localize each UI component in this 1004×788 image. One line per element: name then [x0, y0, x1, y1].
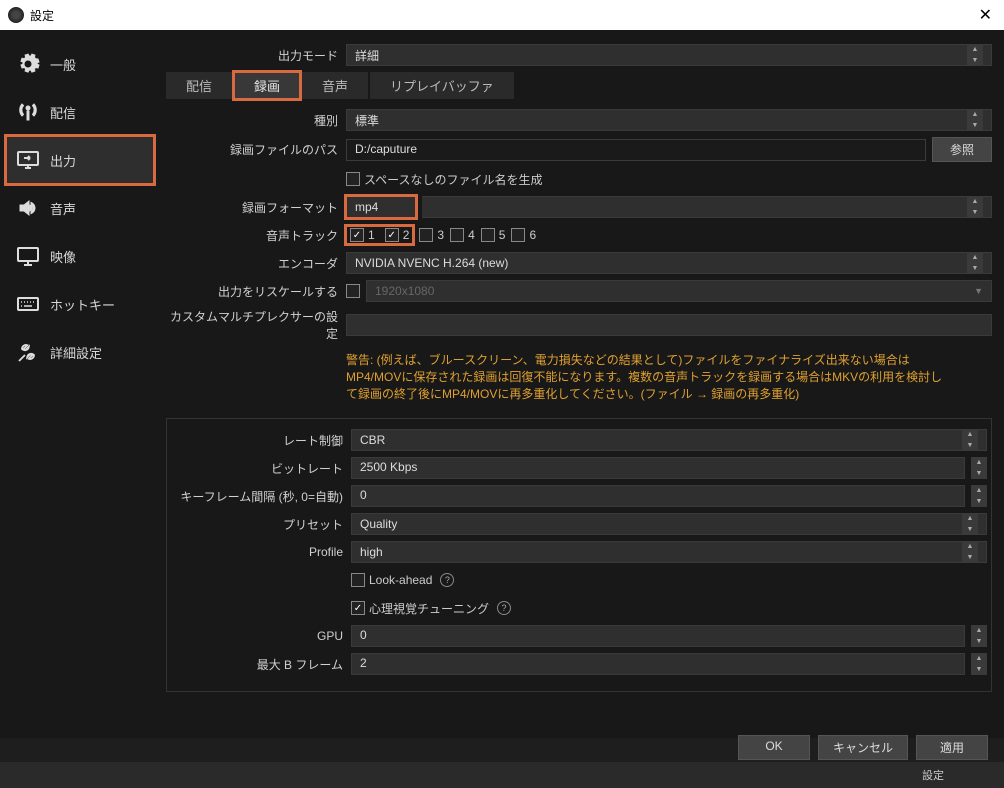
path-label: 録画ファイルのパス — [166, 141, 346, 158]
rate-select[interactable]: CBR▲▼ — [351, 429, 987, 451]
type-select[interactable]: 標準▲▼ — [346, 109, 992, 131]
warning-text: 警告: (例えば、ブルースクリーン、電力損失などの結果として)ファイルをファイナ… — [166, 348, 946, 408]
obs-logo-icon — [8, 7, 24, 23]
titlebar: 設定 ✕ — [0, 0, 1004, 30]
bitrate-input[interactable]: 2500 Kbps — [351, 457, 965, 479]
sidebar-item-label: 映像 — [50, 247, 76, 266]
output-tabs: 配信 録画 音声 リプレイバッファ — [166, 72, 992, 99]
help-icon[interactable]: ? — [440, 573, 454, 587]
cancel-button[interactable]: キャンセル — [818, 735, 908, 760]
encoder-label: エンコーダ — [166, 255, 346, 272]
sidebar-item-advanced[interactable]: 詳細設定 — [6, 328, 154, 376]
type-label: 種別 — [166, 112, 346, 129]
format-select[interactable]: mp4 — [346, 196, 416, 218]
gear-icon — [16, 52, 40, 76]
sidebar-item-label: 詳細設定 — [50, 343, 102, 362]
sidebar-item-output[interactable]: 出力 — [6, 136, 154, 184]
path-input[interactable]: D:/caputure — [346, 139, 926, 161]
sidebar-item-label: 一般 — [50, 55, 76, 74]
preset-label: プリセット — [171, 516, 351, 533]
nospace-checkbox[interactable]: スペースなしのファイル名を生成 — [346, 171, 543, 188]
track-4-checkbox[interactable]: 4 — [450, 228, 475, 242]
sidebar-item-label: 音声 — [50, 199, 76, 218]
help-icon[interactable]: ? — [497, 601, 511, 615]
format-label: 録画フォーマット — [166, 199, 346, 216]
sidebar-item-general[interactable]: 一般 — [6, 40, 154, 88]
rescale-select[interactable]: 1920x1080▼ — [366, 280, 992, 302]
output-mode-label: 出力モード — [166, 47, 346, 64]
tab-stream[interactable]: 配信 — [166, 72, 232, 99]
sidebar-item-audio[interactable]: 音声 — [6, 184, 154, 232]
background-strip: 設定 — [0, 762, 1004, 788]
tab-record[interactable]: 録画 — [234, 72, 300, 99]
preset-select[interactable]: Quality▲▼ — [351, 513, 987, 535]
mux-label: カスタムマルチプレクサーの設定 — [166, 308, 346, 342]
profile-select[interactable]: high▲▼ — [351, 541, 987, 563]
gpu-label: GPU — [171, 629, 351, 643]
encoder-panel: レート制御 CBR▲▼ ビットレート 2500 Kbps▲▼ キーフレーム間隔 … — [166, 418, 992, 692]
encoder-select[interactable]: NVIDIA NVENC H.264 (new)▲▼ — [346, 252, 992, 274]
bitrate-label: ビットレート — [171, 460, 351, 477]
sidebar: 一般 配信 出力 音声 映像 — [6, 36, 154, 732]
sidebar-item-hotkeys[interactable]: ホットキー — [6, 280, 154, 328]
content-panel: 出力モード 詳細 ▲▼ 配信 録画 音声 リプレイバッファ 種別 標準▲▼ 録画… — [160, 36, 998, 732]
rescale-checkbox[interactable] — [346, 284, 360, 298]
browse-button[interactable]: 参照 — [932, 137, 992, 162]
gpu-input[interactable]: 0 — [351, 625, 965, 647]
tracks-label: 音声トラック — [166, 227, 346, 244]
keyboard-icon — [16, 292, 40, 316]
bframes-label: 最大 B フレーム — [171, 656, 351, 673]
track-5-checkbox[interactable]: 5 — [481, 228, 506, 242]
track-1-checkbox[interactable]: 1 — [350, 228, 375, 242]
tools-icon — [16, 340, 40, 364]
bframes-input[interactable]: 2 — [351, 653, 965, 675]
psycho-checkbox[interactable]: 心理視覚チューニング — [351, 600, 489, 617]
track-6-checkbox[interactable]: 6 — [511, 228, 536, 242]
tab-replay[interactable]: リプレイバッファ — [370, 72, 514, 99]
tab-audio[interactable]: 音声 — [302, 72, 368, 99]
sidebar-item-video[interactable]: 映像 — [6, 232, 154, 280]
antenna-icon — [16, 100, 40, 124]
sidebar-item-label: ホットキー — [50, 295, 115, 314]
close-icon[interactable]: ✕ — [975, 5, 996, 25]
track-2-checkbox[interactable]: 2 — [385, 228, 410, 242]
speaker-icon — [16, 196, 40, 220]
window-title: 設定 — [30, 7, 54, 24]
monitor-arrow-icon — [16, 148, 40, 172]
sidebar-item-label: 配信 — [50, 103, 76, 122]
track-3-checkbox[interactable]: 3 — [419, 228, 444, 242]
keyframe-label: キーフレーム間隔 (秒, 0=自動) — [171, 488, 351, 505]
rescale-label: 出力をリスケールする — [166, 283, 346, 300]
keyframe-input[interactable]: 0 — [351, 485, 965, 507]
profile-label: Profile — [171, 545, 351, 559]
rate-label: レート制御 — [171, 432, 351, 449]
mux-input[interactable] — [346, 314, 992, 336]
dialog-footer: OK キャンセル 適用 — [738, 735, 988, 760]
apply-button[interactable]: 適用 — [916, 735, 988, 760]
lookahead-checkbox[interactable]: Look-ahead — [351, 573, 432, 587]
sidebar-item-stream[interactable]: 配信 — [6, 88, 154, 136]
bg-settings-label: 設定 — [922, 767, 944, 783]
sidebar-item-label: 出力 — [50, 151, 76, 170]
ok-button[interactable]: OK — [738, 735, 810, 760]
monitor-icon — [16, 244, 40, 268]
output-mode-select[interactable]: 詳細 ▲▼ — [346, 44, 992, 66]
